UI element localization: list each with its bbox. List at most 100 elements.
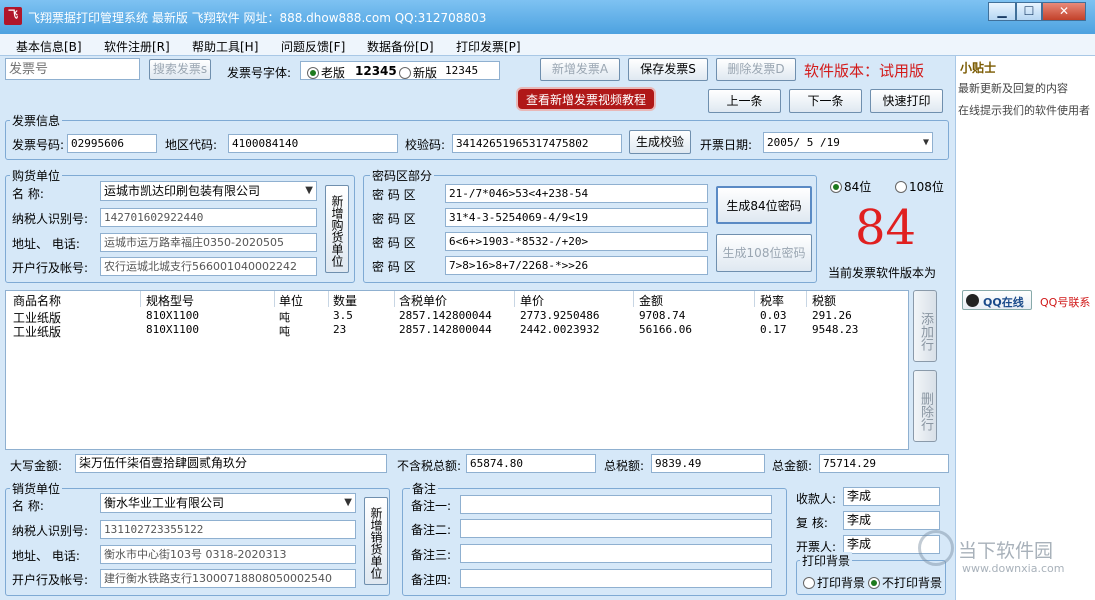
remarks-title: 备注 [410,480,439,497]
chevron-down-icon: ▼ [344,497,352,508]
password-row4-label: 密 码 区 [372,260,416,274]
seller-name-select[interactable]: 衡水华业工业有限公司 ▼ [100,493,356,513]
remark3-field[interactable] [460,544,772,563]
search-invoice-button[interactable]: 搜索发票s [149,59,211,80]
font-new-label: 新版 [413,66,438,80]
watermark-url: www.downxia.com [962,562,1065,575]
menu-help[interactable]: 帮助工具[H] [192,38,258,55]
maximize-button[interactable]: ☐ [1016,2,1042,21]
seller-tax-field[interactable]: 131102723355122 [100,520,356,539]
font-new-sample: 12345 [445,64,479,77]
buyer-bank-field[interactable]: 农行运城北城支行566001040002242 [100,257,317,276]
table-row[interactable]: 工业纸版 810X1100 吨 3.5 2857.142800044 2773.… [6,309,908,325]
print-bg-radio[interactable] [803,575,815,589]
password-row1-field[interactable]: 21-/7*046>53<4+238-54 [445,184,708,203]
invoice-date-label: 开票日期: [700,138,753,152]
password-row3-label: 密 码 区 [372,236,416,250]
video-tutorial-button[interactable]: 查看新增发票视频教程 [516,87,656,111]
delete-invoice-button[interactable]: 删除发票D [716,58,796,81]
seller-bank-field[interactable]: 建行衡水铁路支行13000718808050002540 [100,569,356,588]
col-header-rate[interactable]: 税率 [760,292,784,309]
buyer-name-select[interactable]: 运城市凯达印刷包装有限公司 ▼ [100,181,317,201]
invoice-date-picker[interactable]: 2005/ 5 /19 ▼ [763,132,933,153]
area-code-field[interactable]: 4100084140 [228,134,398,153]
check-code-field[interactable]: 34142651965317475802 [452,134,622,153]
seller-title: 销货单位 [10,480,63,497]
search-input[interactable] [5,58,140,80]
remark4-field[interactable] [460,569,772,588]
seller-tax-label: 纳税人识别号: [12,524,89,538]
chevron-down-icon: ▼ [305,185,313,196]
close-button[interactable]: ✕ [1042,2,1086,21]
window-title: 飞翔票据打印管理系统 最新版 飞翔软件 网址：888.dhow888.com Q… [28,11,487,25]
add-buyer-button[interactable]: 新增购货单位 [325,185,349,273]
buyer-addr-field[interactable]: 运城市运万路幸福庄0350-2020505 [100,233,317,252]
qq-online-button[interactable]: QQ在线 [962,290,1032,310]
payee-field[interactable]: 李成 [843,487,940,506]
password-row4-field[interactable]: 7>8>16>8+7/2268-*>>26 [445,256,708,275]
col-header-name[interactable]: 商品名称 [13,292,61,309]
minimize-button[interactable]: ▁ [988,2,1016,21]
table-row[interactable]: 工业纸版 810X1100 吨 23 2857.142800044 2442.0… [6,323,908,339]
tips-line1: 最新更新及回复的内容 [958,82,1068,95]
col-header-tax[interactable]: 税额 [812,292,836,309]
seller-bank-label: 开户行及帐号: [12,573,89,587]
menu-register[interactable]: 软件注册[R] [104,38,170,55]
generate-84-button[interactable]: 生成84位密码 [716,186,812,224]
menu-print-invoice[interactable]: 打印发票[P] [456,38,521,55]
invoice-no-field[interactable]: 02995606 [67,134,157,153]
menu-feedback[interactable]: 问题反馈[F] [281,38,345,55]
remark2-field[interactable] [460,519,772,538]
tips-line2: 在线提示我们的软件使用者 [958,104,1090,117]
generate-check-button[interactable]: 生成校验 [629,130,691,154]
menu-bar: 基本信息[B] 软件注册[R] 帮助工具[H] 问题反馈[F] 数据备份[D] … [0,34,1095,56]
save-invoice-button[interactable]: 保存发票S [628,58,708,81]
font-old-sample: 12345 [355,64,397,78]
watermark-text: 当下软件园 [958,540,1054,562]
version-108-radio[interactable] [895,179,907,193]
qq-online-label: QQ在线 [983,296,1024,309]
password-row2-label: 密 码 区 [372,212,416,226]
seller-addr-label: 地址、 电话: [12,549,80,563]
password-row2-field[interactable]: 31*4-3-5254069-4/9<19 [445,208,708,227]
version-84-label: 84位 [844,180,872,194]
check-code-label: 校验码: [405,138,446,152]
notax-total-field: 65874.80 [466,454,596,473]
reviewer-field[interactable]: 李成 [843,511,940,530]
next-record-button[interactable]: 下一条 [789,89,862,113]
tax-total-label: 总税额: [604,459,645,473]
buyer-title: 购货单位 [10,167,63,184]
tax-total-field: 9839.49 [651,454,765,473]
new-invoice-button[interactable]: 新增发票A [540,58,620,81]
remark1-field[interactable] [460,495,772,514]
remark3-label: 备注三: [411,548,452,562]
invoice-info-title: 发票信息 [10,112,63,129]
seller-addr-field[interactable]: 衡水市中心街103号 0318-2020313 [100,545,356,564]
prev-record-button[interactable]: 上一条 [708,89,781,113]
col-header-taxprice[interactable]: 含税单价 [399,292,447,309]
menu-backup[interactable]: 数据备份[D] [367,38,434,55]
generate-108-button[interactable]: 生成108位密码 [716,234,812,272]
delete-row-button[interactable]: 删除行 [913,370,937,442]
col-header-unit[interactable]: 单位 [279,292,303,309]
menu-basic-info[interactable]: 基本信息[B] [16,38,82,55]
font-new-radio[interactable] [399,65,411,79]
print-bg-label: 打印背景 [817,576,866,590]
items-table: 商品名称 规格型号 单位 数量 含税单价 单价 金额 税率 税额 工业纸版 81… [5,290,909,450]
col-header-spec[interactable]: 规格型号 [146,292,194,309]
col-header-qty[interactable]: 数量 [333,292,357,309]
col-header-price[interactable]: 单价 [520,292,544,309]
version-84-radio[interactable] [830,179,842,193]
buyer-tax-field[interactable]: 142701602922440 [100,208,317,227]
qq-contact-link[interactable]: QQ号联系 [1040,294,1090,310]
quick-print-button[interactable]: 快速打印 [870,89,943,113]
add-row-button[interactable]: 添加行 [913,290,937,362]
font-old-radio[interactable] [307,65,319,79]
font-old-label: 老版 [321,66,346,80]
invoice-no-label: 发票号码: [12,138,65,152]
no-print-bg-radio[interactable] [868,575,880,589]
add-seller-button[interactable]: 新增销货单位 [364,497,388,585]
password-row3-field[interactable]: 6<6+>1903-*8532-/+20> [445,232,708,251]
col-header-amount[interactable]: 金额 [639,292,663,309]
upper-amount-field: 柒万伍仟柒佰壹拾肆圆贰角玖分 [75,454,387,473]
